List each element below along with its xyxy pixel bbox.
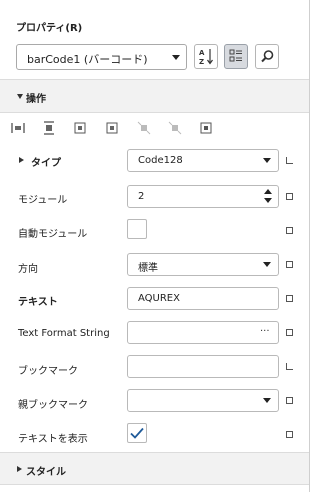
direction-value: 標準 bbox=[138, 263, 158, 274]
module-stepper[interactable]: 2 bbox=[127, 185, 279, 208]
property-marker-box-icon bbox=[286, 295, 293, 302]
text-format-input[interactable]: ··· bbox=[127, 321, 279, 344]
property-label-show-text: テキストを表示 bbox=[18, 434, 88, 445]
property-marker-box-icon bbox=[286, 227, 293, 234]
section-label-style: スタイル bbox=[26, 467, 66, 478]
property-marker-box-icon bbox=[286, 261, 293, 268]
property-label-direction: 方向 bbox=[18, 264, 38, 275]
categorized-view-button[interactable] bbox=[224, 44, 248, 69]
property-marker-box-icon bbox=[286, 193, 293, 200]
text-input[interactable]: AQUREX bbox=[127, 287, 279, 310]
sort-alphabetical-icon: A Z bbox=[199, 49, 213, 66]
chevron-down-icon bbox=[172, 55, 180, 60]
property-label-type: タイプ bbox=[31, 158, 61, 169]
text-value: AQUREX bbox=[138, 293, 180, 304]
object-selector-value: barCode1 (バーコード) bbox=[27, 53, 148, 66]
caret-down-icon bbox=[17, 94, 23, 99]
stepper-up-icon[interactable] bbox=[264, 189, 272, 194]
properties-panel: プロパティ(R) barCode1 (バーコード) A Z 操作 タイプ Cod… bbox=[0, 0, 310, 492]
property-marker-box-icon bbox=[286, 329, 293, 336]
checkmark-icon bbox=[130, 427, 144, 439]
property-label-parent-bookmark: 親ブックマーク bbox=[18, 400, 88, 411]
align-centers-icon[interactable] bbox=[42, 121, 56, 135]
svg-text:A: A bbox=[199, 49, 205, 57]
same-width-icon[interactable] bbox=[137, 121, 151, 135]
panel-title: プロパティ(R) bbox=[16, 23, 83, 34]
section-label-operations: 操作 bbox=[26, 94, 46, 105]
search-button[interactable] bbox=[255, 44, 279, 69]
section-header-style[interactable]: スタイル bbox=[0, 452, 309, 485]
svg-text:Z: Z bbox=[199, 58, 204, 66]
categorized-view-icon bbox=[229, 49, 242, 62]
stepper-down-icon[interactable] bbox=[264, 198, 272, 203]
type-dropdown[interactable]: Code128 bbox=[127, 149, 279, 172]
property-label-module: モジュール bbox=[18, 195, 68, 206]
parent-bookmark-dropdown[interactable] bbox=[127, 389, 279, 412]
chevron-down-icon bbox=[263, 398, 271, 403]
property-label-text: テキスト bbox=[18, 297, 58, 308]
property-label-text-format: Text Format String bbox=[18, 328, 110, 339]
search-icon bbox=[261, 50, 274, 63]
center-horizontally-icon[interactable] bbox=[105, 121, 119, 135]
property-marker-box-icon bbox=[286, 397, 293, 404]
sort-alphabetical-button[interactable]: A Z bbox=[194, 44, 218, 69]
auto-module-checkbox[interactable] bbox=[127, 219, 147, 239]
bookmark-input[interactable] bbox=[127, 355, 279, 378]
property-label-bookmark: ブックマーク bbox=[18, 366, 78, 377]
property-marker-corner-icon bbox=[286, 363, 293, 370]
property-marker-box-icon bbox=[286, 431, 293, 438]
ellipsis-button[interactable]: ··· bbox=[260, 326, 270, 337]
expand-type-icon[interactable] bbox=[19, 157, 24, 163]
direction-dropdown[interactable]: 標準 bbox=[127, 253, 279, 276]
center-in-page-icon[interactable] bbox=[199, 121, 213, 135]
property-label-auto-module: 自動モジュール bbox=[18, 229, 88, 240]
section-header-operations[interactable]: 操作 bbox=[0, 79, 309, 113]
show-text-checkbox[interactable] bbox=[127, 423, 147, 443]
module-value: 2 bbox=[138, 191, 145, 202]
chevron-down-icon bbox=[263, 158, 271, 163]
type-value: Code128 bbox=[138, 155, 183, 166]
property-marker-corner-icon bbox=[286, 157, 293, 164]
same-height-icon[interactable] bbox=[168, 121, 182, 135]
align-left-edges-icon[interactable] bbox=[11, 121, 25, 135]
caret-right-icon bbox=[17, 466, 22, 472]
chevron-down-icon bbox=[263, 262, 271, 267]
object-selector[interactable]: barCode1 (バーコード) bbox=[16, 44, 187, 70]
align-middle-icon[interactable] bbox=[73, 121, 87, 135]
